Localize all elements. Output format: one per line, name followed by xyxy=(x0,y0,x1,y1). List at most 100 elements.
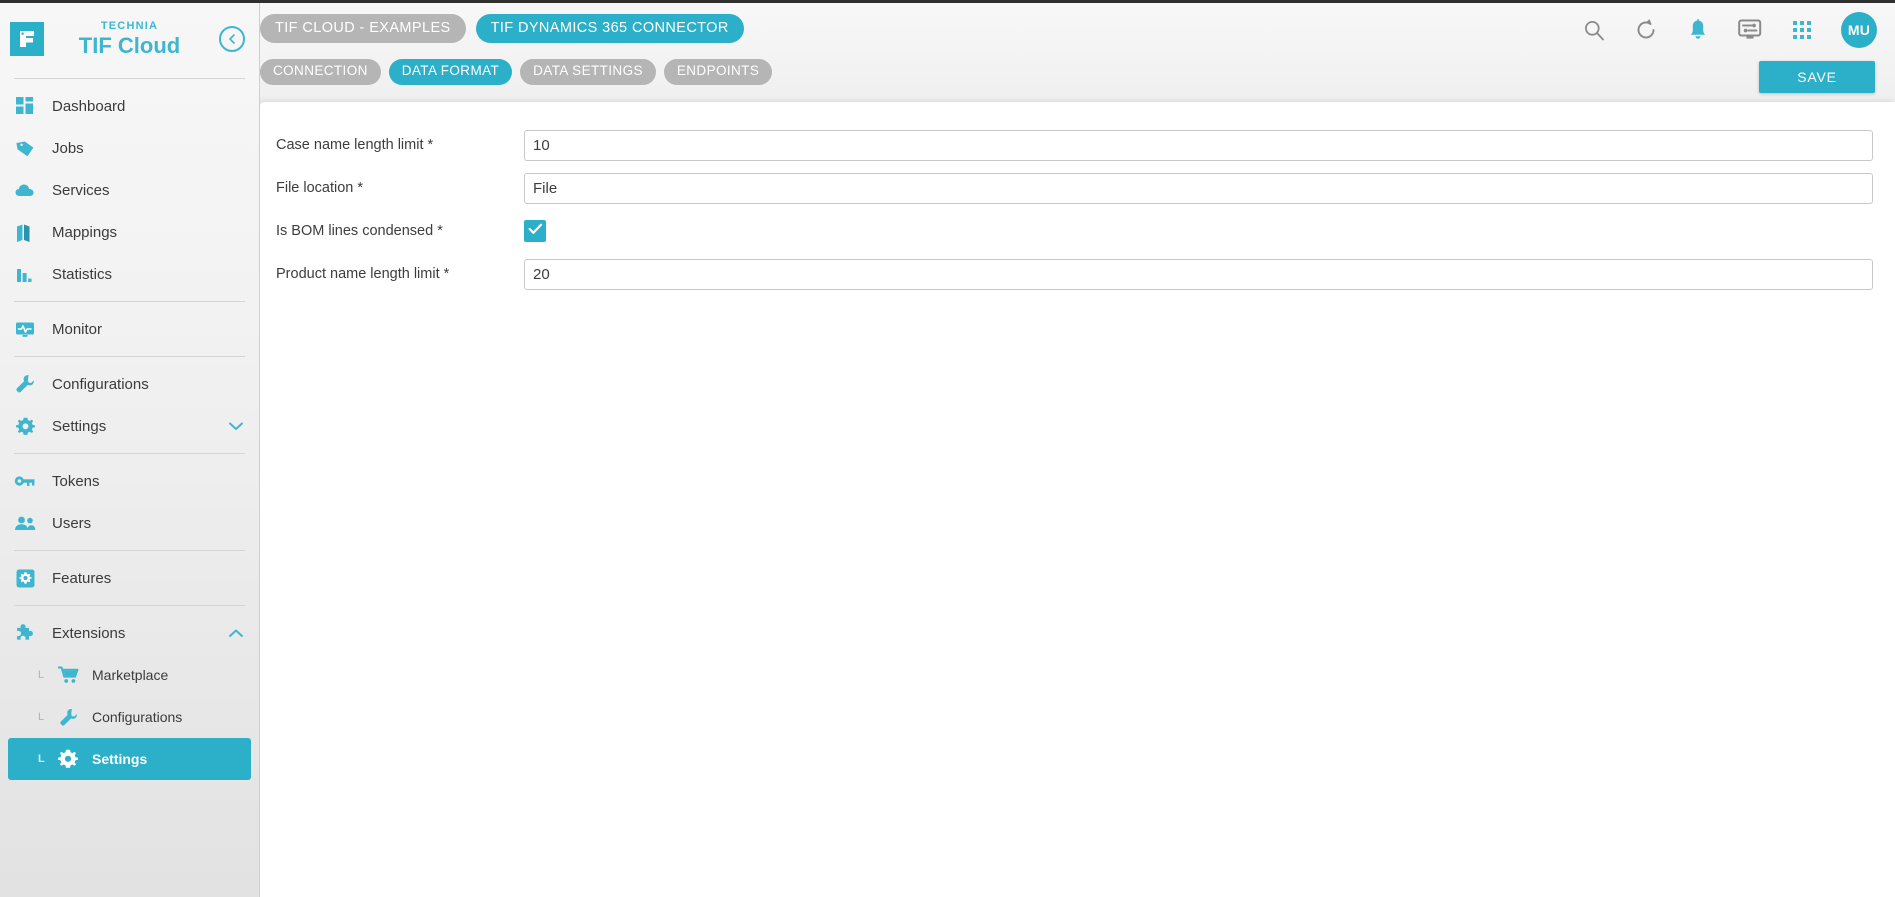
brand-main-label: TIF Cloud xyxy=(78,33,181,59)
sidebar-item-monitor[interactable]: Monitor xyxy=(0,308,259,350)
collapse-left-arrow-icon[interactable] xyxy=(219,26,245,52)
sidebar-item-label: Features xyxy=(52,569,112,587)
sidebar-subitem-label: Configurations xyxy=(92,709,183,725)
sidebar-item-services[interactable]: Services xyxy=(0,169,259,211)
sidebar-item-label: Settings xyxy=(52,417,107,435)
field-label: Case name length limit * xyxy=(276,137,434,153)
gear-icon xyxy=(12,413,38,439)
search-icon[interactable] xyxy=(1581,17,1607,43)
tab-bar: CONNECTION DATA FORMAT DATA SETTINGS END… xyxy=(260,59,773,85)
apps-grid-icon[interactable] xyxy=(1789,17,1815,43)
sidebar-item-mappings[interactable]: Mappings xyxy=(0,211,259,253)
brand-top-label: TECHNIA xyxy=(100,19,159,32)
sidebar-item-features[interactable]: Features xyxy=(0,557,259,599)
shopping-cart-icon xyxy=(56,663,80,687)
display-settings-icon[interactable] xyxy=(1737,17,1763,43)
cloud-icon xyxy=(12,177,38,203)
chevron-up-icon[interactable] xyxy=(221,628,251,639)
breadcrumb-chip-tif-dynamics-365-connector[interactable]: TIF DYNAMICS 365 CONNECTOR xyxy=(475,14,744,44)
sidebar-item-label: Extensions xyxy=(52,624,126,642)
sidebar-item-extension-settings[interactable]: L Settings xyxy=(8,738,251,780)
tree-branch-icon: L xyxy=(38,668,45,681)
tab-endpoints[interactable]: ENDPOINTS xyxy=(663,59,773,85)
refresh-icon[interactable] xyxy=(1633,17,1659,43)
sidebar-item-label: Tokens xyxy=(52,472,100,490)
brand-text: TECHNIA TIF Cloud xyxy=(40,19,219,59)
sidebar-item-jobs[interactable]: Jobs xyxy=(0,127,259,169)
field-control xyxy=(524,220,1873,242)
tree-branch-icon: L xyxy=(38,752,45,765)
app-root: TECHNIA TIF Cloud Dashboard Jobs Service… xyxy=(0,0,1895,897)
breadcrumb: TIF CLOUD - EXAMPLES TIF DYNAMICS 365 CO… xyxy=(260,14,744,44)
form-row-is-bom-lines-condensed: Is BOM lines condensed * xyxy=(274,210,1873,252)
brand-header: TECHNIA TIF Cloud xyxy=(0,0,259,78)
users-icon xyxy=(12,510,38,536)
sidebar-group-monitor: Monitor xyxy=(0,302,259,356)
sidebar-item-label: Jobs xyxy=(52,139,84,157)
map-icon xyxy=(12,219,38,245)
sidebar-item-extensions[interactable]: Extensions xyxy=(0,612,259,654)
tree-branch-icon: L xyxy=(38,710,45,723)
key-icon xyxy=(12,468,38,494)
check-icon xyxy=(528,222,543,240)
sidebar-group-main: Dashboard Jobs Services Mappings Statist… xyxy=(0,79,259,301)
form-row-file-location: File location * xyxy=(274,167,1873,209)
field-label: File location * xyxy=(276,180,364,196)
field-control xyxy=(524,129,1873,161)
sidebar-item-label: Configurations xyxy=(52,375,149,393)
sidebar-item-label: Dashboard xyxy=(52,97,126,115)
tag-icon xyxy=(12,135,38,161)
field-control xyxy=(524,172,1873,204)
sidebar-item-statistics[interactable]: Statistics xyxy=(0,253,259,295)
content-card: Case name length limit * File location *… xyxy=(260,102,1895,897)
file-location-input[interactable] xyxy=(524,172,1873,204)
sidebar-item-label: Mappings xyxy=(52,223,118,241)
sidebar-group-config: Configurations Settings xyxy=(0,357,259,453)
feature-gear-square-icon xyxy=(12,565,38,591)
tab-data-format[interactable]: DATA FORMAT xyxy=(388,59,513,85)
bar-chart-icon xyxy=(12,261,38,287)
sidebar: TECHNIA TIF Cloud Dashboard Jobs Service… xyxy=(0,0,260,897)
sidebar-item-label: Users xyxy=(52,514,92,532)
is-bom-lines-condensed-checkbox[interactable] xyxy=(524,220,546,242)
sidebar-subitem-label: Marketplace xyxy=(92,667,169,683)
dashboard-grid-icon xyxy=(12,93,38,119)
sidebar-subitem-label: Settings xyxy=(92,751,148,767)
puzzle-piece-icon xyxy=(12,620,38,646)
topbar-icons: MU xyxy=(1581,12,1877,48)
sidebar-item-label: Monitor xyxy=(52,320,103,338)
gear-icon xyxy=(56,747,80,771)
settings-form: Case name length limit * File location *… xyxy=(260,102,1895,295)
field-label: Product name length limit * xyxy=(276,266,450,282)
sidebar-item-tokens[interactable]: Tokens xyxy=(0,460,259,502)
sidebar-item-marketplace[interactable]: L Marketplace xyxy=(8,654,251,696)
chevron-down-icon[interactable] xyxy=(221,421,251,432)
sidebar-group-access: Tokens Users xyxy=(0,454,259,550)
save-button[interactable]: SAVE xyxy=(1759,61,1875,93)
sidebar-group-extensions: Extensions L Marketplace L Configuration… xyxy=(0,606,259,786)
product-name-length-limit-input[interactable] xyxy=(524,258,1873,290)
form-row-product-name-length-limit: Product name length limit * xyxy=(274,253,1873,295)
sidebar-item-users[interactable]: Users xyxy=(0,502,259,544)
wrench-icon xyxy=(56,705,80,729)
form-row-case-name-length-limit: Case name length limit * xyxy=(274,124,1873,166)
sidebar-item-configurations[interactable]: Configurations xyxy=(0,363,259,405)
field-control xyxy=(524,258,1873,290)
tab-data-settings[interactable]: DATA SETTINGS xyxy=(520,59,656,85)
main-area: TIF CLOUD - EXAMPLES TIF DYNAMICS 365 CO… xyxy=(260,0,1895,897)
wrench-icon xyxy=(12,371,38,397)
bell-icon[interactable] xyxy=(1685,17,1711,43)
case-name-length-limit-input[interactable] xyxy=(524,129,1873,161)
sidebar-item-extension-configurations[interactable]: L Configurations xyxy=(8,696,251,738)
tab-connection[interactable]: CONNECTION xyxy=(260,59,381,85)
avatar[interactable]: MU xyxy=(1841,12,1877,48)
sidebar-item-label: Services xyxy=(52,181,110,199)
topbar: TIF CLOUD - EXAMPLES TIF DYNAMICS 365 CO… xyxy=(260,0,1895,118)
monitor-pulse-icon xyxy=(12,316,38,342)
sidebar-group-features: Features xyxy=(0,551,259,605)
window-top-strip xyxy=(0,0,1895,3)
technia-f-logo-icon xyxy=(10,22,44,56)
breadcrumb-chip-tif-cloud-examples[interactable]: TIF CLOUD - EXAMPLES xyxy=(260,14,466,44)
sidebar-item-dashboard[interactable]: Dashboard xyxy=(0,85,259,127)
sidebar-item-settings[interactable]: Settings xyxy=(0,405,259,447)
